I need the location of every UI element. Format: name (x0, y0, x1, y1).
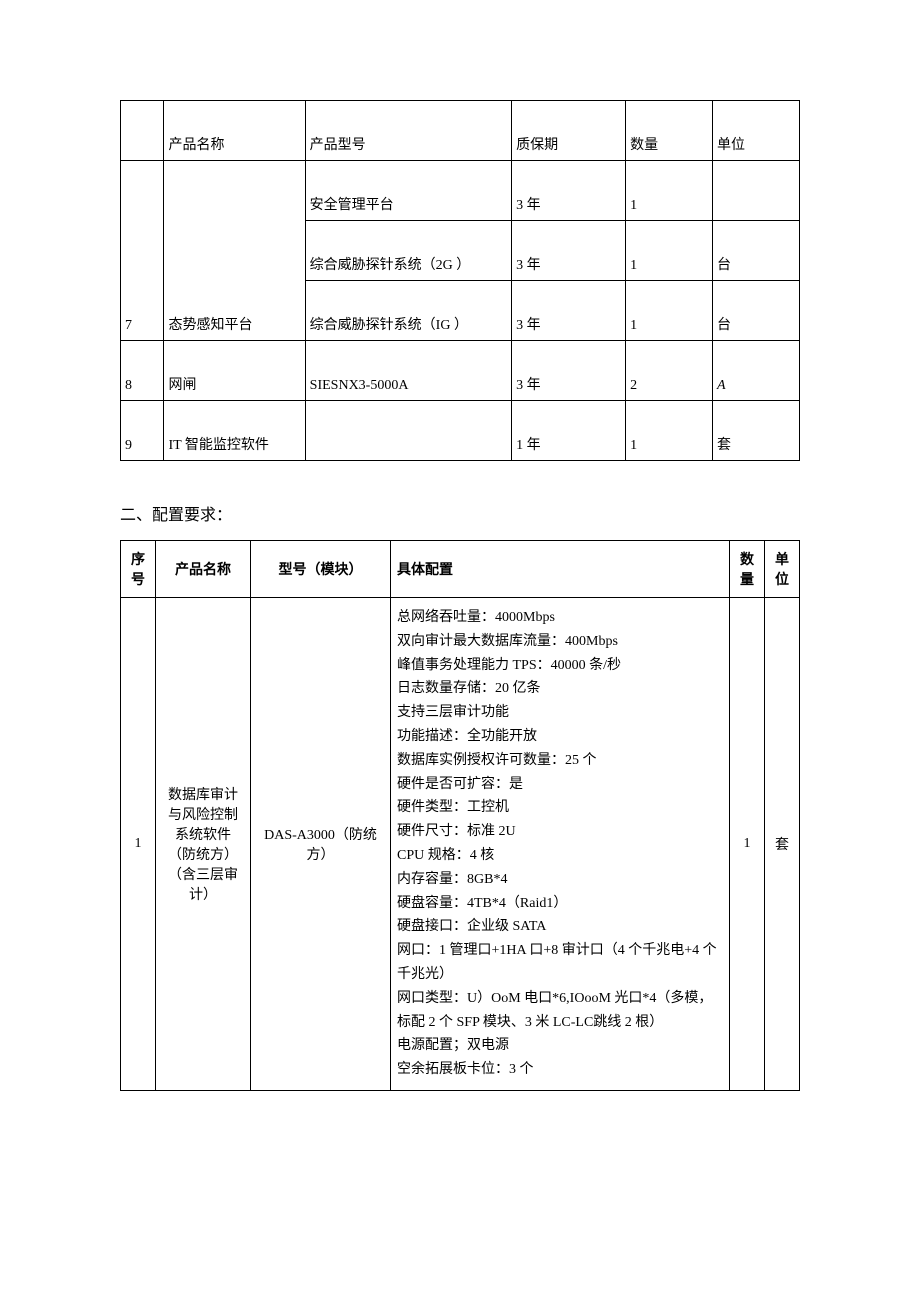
cell-warranty: 3 年 (512, 161, 626, 221)
cell-unit: 台 (713, 281, 800, 341)
header-qty: 数量 (626, 101, 713, 161)
header-qty: 数量 (730, 541, 765, 598)
header-unit: 单位 (713, 101, 800, 161)
cell-index: 7 (121, 161, 164, 341)
cell-name: 态势感知平台 (164, 161, 305, 341)
cell-qty: 1 (626, 221, 713, 281)
cell-model: SIESNX3-5000A (305, 341, 511, 401)
cell-unit: A (713, 341, 800, 401)
header-model: 型号（模块） (251, 541, 391, 598)
cell-index: 8 (121, 341, 164, 401)
cell-name: IT 智能监控软件 (164, 401, 305, 461)
table-row: 8 网闸 SIESNX3-5000A 3 年 2 A (121, 341, 800, 401)
cell-warranty: 3 年 (512, 221, 626, 281)
header-warranty: 质保期 (512, 101, 626, 161)
cell-qty: 1 (730, 598, 765, 1091)
header-index: 序号 (121, 541, 156, 598)
header-name: 产品名称 (156, 541, 251, 598)
header-index (121, 101, 164, 161)
cell-qty: 1 (626, 281, 713, 341)
cell-model: DAS-A3000（防统方） (251, 598, 391, 1091)
cell-qty: 1 (626, 161, 713, 221)
table-row: 9 IT 智能监控软件 1 年 1 套 (121, 401, 800, 461)
header-spec: 具体配置 (391, 541, 730, 598)
table-header-row: 产品名称 产品型号 质保期 数量 单位 (121, 101, 800, 161)
cell-unit: 台 (713, 221, 800, 281)
cell-spec: 总网络吞吐量：4000Mbps 双向审计最大数据库流量：400Mbps 峰值事务… (391, 598, 730, 1091)
config-table: 序号 产品名称 型号（模块） 具体配置 数量 单位 1 数据库审计与风险控制系统… (120, 540, 800, 1091)
cell-index: 1 (121, 598, 156, 1091)
product-table: 产品名称 产品型号 质保期 数量 单位 7 态势感知平台 安全管理平台 3 年 … (120, 100, 800, 461)
cell-index: 9 (121, 401, 164, 461)
cell-model: 综合威胁探针系统（IG ） (305, 281, 511, 341)
header-model: 产品型号 (305, 101, 511, 161)
cell-model (305, 401, 511, 461)
header-unit: 单位 (765, 541, 800, 598)
table-row: 7 态势感知平台 安全管理平台 3 年 1 (121, 161, 800, 221)
cell-unit: 套 (765, 598, 800, 1091)
cell-unit: 套 (713, 401, 800, 461)
table-header-row: 序号 产品名称 型号（模块） 具体配置 数量 单位 (121, 541, 800, 598)
cell-model: 安全管理平台 (305, 161, 511, 221)
header-name: 产品名称 (164, 101, 305, 161)
cell-unit (713, 161, 800, 221)
cell-name: 网闸 (164, 341, 305, 401)
cell-qty: 1 (626, 401, 713, 461)
table-row: 1 数据库审计与风险控制系统软件（防统方）（含三层审计） DAS-A3000（防… (121, 598, 800, 1091)
cell-name: 数据库审计与风险控制系统软件（防统方）（含三层审计） (156, 598, 251, 1091)
cell-warranty: 1 年 (512, 401, 626, 461)
cell-warranty: 3 年 (512, 341, 626, 401)
cell-warranty: 3 年 (512, 281, 626, 341)
cell-qty: 2 (626, 341, 713, 401)
section-title: 二、配置要求： (120, 501, 800, 525)
cell-model: 综合威胁探针系统（2G ） (305, 221, 511, 281)
